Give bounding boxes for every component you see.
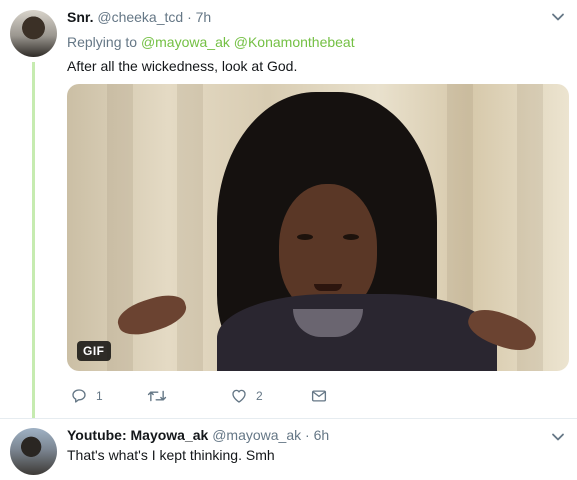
reply-count: 1 bbox=[96, 389, 103, 403]
reply-icon bbox=[72, 389, 86, 403]
tweet[interactable]: Snr. @cheeka_tcd · 7h Replying to @mayow… bbox=[0, 0, 577, 418]
mention-link[interactable]: @mayowa_ak bbox=[141, 34, 230, 50]
retweet-icon bbox=[147, 390, 167, 402]
tweet-text: That's what's I kept thinking. Smh bbox=[67, 447, 275, 463]
timestamp[interactable]: 7h bbox=[196, 9, 212, 25]
tweet-header: Youtube: Mayowa_ak @mayowa_ak · 6h bbox=[67, 427, 329, 443]
separator-dot: · bbox=[305, 427, 310, 443]
timestamp[interactable]: 6h bbox=[314, 427, 330, 443]
tweet-header: Snr. @cheeka_tcd · 7h bbox=[67, 9, 211, 25]
user-handle[interactable]: @mayowa_ak bbox=[212, 427, 301, 443]
envelope-icon bbox=[311, 390, 327, 402]
user-handle[interactable]: @cheeka_tcd bbox=[97, 9, 183, 25]
chevron-down-icon[interactable] bbox=[551, 430, 565, 444]
like-count: 2 bbox=[256, 389, 263, 403]
chevron-down-icon[interactable] bbox=[551, 10, 565, 24]
thread-line bbox=[32, 62, 35, 418]
separator-dot: · bbox=[187, 9, 192, 25]
replying-to: Replying to @mayowa_ak @Konamonthebeat bbox=[67, 34, 355, 50]
replying-to-label: Replying to bbox=[67, 34, 138, 50]
display-name[interactable]: Snr. bbox=[67, 9, 93, 25]
gif-media[interactable]: GIF bbox=[67, 84, 569, 371]
avatar[interactable] bbox=[10, 10, 57, 57]
tweet-text: After all the wickedness, look at God. bbox=[67, 58, 298, 74]
gif-badge: GIF bbox=[77, 341, 111, 361]
retweet-button[interactable] bbox=[147, 387, 175, 405]
mention-link[interactable]: @Konamonthebeat bbox=[234, 34, 355, 50]
reply-button[interactable]: 1 bbox=[70, 387, 103, 405]
display-name[interactable]: Youtube: Mayowa_ak bbox=[67, 427, 208, 443]
like-button[interactable]: 2 bbox=[230, 387, 263, 405]
tweet-actions: 1 2 bbox=[67, 387, 367, 407]
direct-message-button[interactable] bbox=[310, 387, 328, 405]
heart-icon bbox=[232, 389, 246, 403]
avatar[interactable] bbox=[10, 428, 57, 475]
